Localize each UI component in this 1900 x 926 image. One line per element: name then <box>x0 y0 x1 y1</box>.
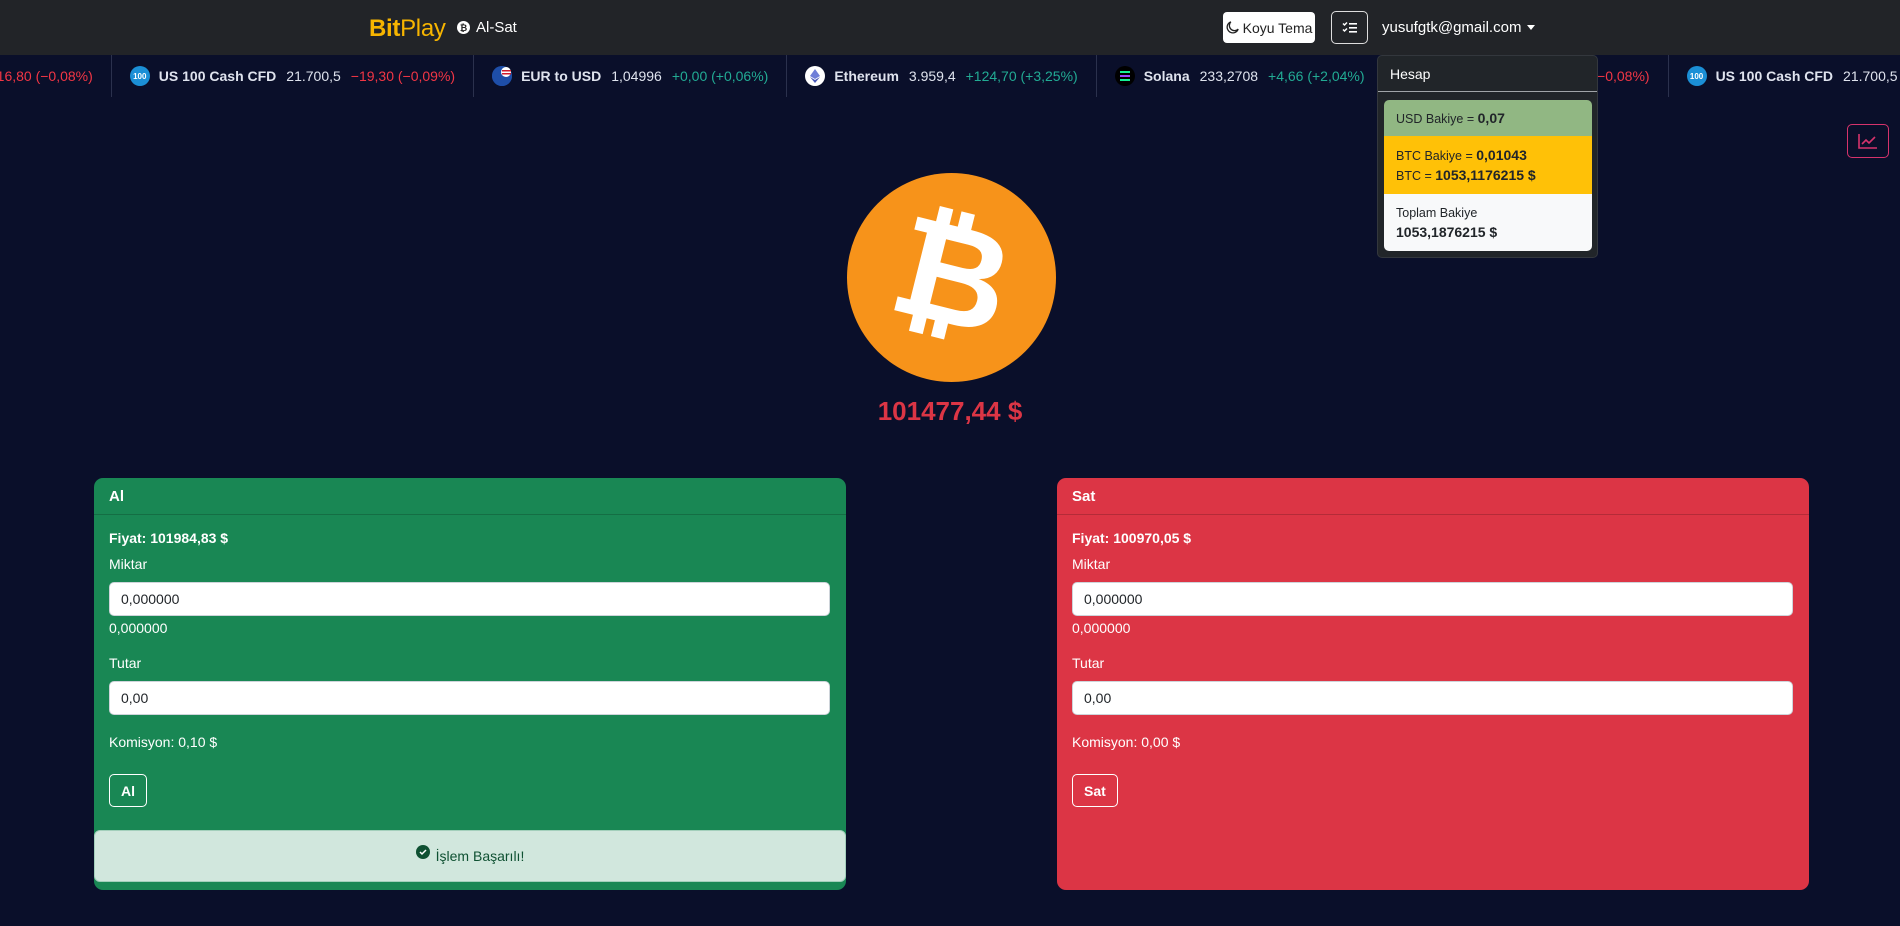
caret-down-icon <box>1527 25 1536 30</box>
buy-card-header: Al <box>94 478 846 515</box>
line-chart-icon <box>1858 134 1877 149</box>
ticker-price: 3.959,4 <box>908 68 956 84</box>
btc-balance-value: 0,01043 <box>1476 147 1527 163</box>
chart-toggle-button[interactable] <box>1847 124 1889 158</box>
bitcoin-logo-icon: ₿ <box>847 173 1056 382</box>
brand-logo[interactable]: BitPlay <box>369 15 446 43</box>
ticker-tape: -16,80 (−0,08%) 100 US 100 Cash CFD 21.700,… <box>0 55 1900 97</box>
index-badge-icon: 100 <box>1686 66 1707 86</box>
ticker-price: 21.700,5 <box>1843 68 1898 84</box>
moon-icon <box>1226 21 1239 34</box>
bitcoin-icon: ₿ <box>457 21 470 34</box>
sell-card-header: Sat <box>1057 478 1809 515</box>
account-dropdown: Hesap USD Bakiye = 0,07 BTC Bakiye = 0,0… <box>1377 55 1598 258</box>
buy-amount-text: 0,000000 <box>109 620 168 636</box>
nav-link-al-sat[interactable]: ₿ Al-Sat <box>457 19 517 36</box>
ticker-name: EUR to USD <box>521 68 602 84</box>
ethereum-icon <box>805 66 826 86</box>
theme-toggle-label: Koyu Tema <box>1242 19 1313 36</box>
ticker-item[interactable]: -16,80 (−0,08%) <box>0 55 112 97</box>
checklist-icon <box>1341 21 1357 33</box>
nav-link-label: Al-Sat <box>476 19 517 36</box>
ticker-name: US 100 Cash CFD <box>158 68 277 84</box>
btc-balance-row: BTC Bakiye = 0,01043 <box>1396 147 1580 163</box>
ticker-item[interactable]: EUR to USD 1,04996 +0,00 (+0,06%) <box>474 55 788 97</box>
buy-amount-input[interactable] <box>109 582 830 616</box>
buy-amount-label: Miktar <box>109 556 148 572</box>
ticker-change: +4,66 (+2,04%) <box>1268 68 1365 84</box>
ticker-name: Solana <box>1143 68 1190 84</box>
buy-total-label: Tutar <box>109 655 142 671</box>
buy-commission: Komisyon: 0,10 $ <box>109 734 218 750</box>
btc-usd-label: BTC = <box>1396 169 1436 183</box>
ticker-price: 1,04996 <box>611 68 662 84</box>
user-menu-toggle[interactable]: yusufgtk@gmail.com <box>1382 19 1536 36</box>
ticker-change: −19,30 (−0,09%) <box>350 68 456 84</box>
ticker-item[interactable]: 100 US 100 Cash CFD 21.700,5 −19,30 (−0,09%… <box>112 55 475 97</box>
index-badge-icon: 100 <box>129 66 150 86</box>
sell-card: Sat Fiyat: 100970,05 $ Miktar 0,000000 T… <box>1057 478 1809 890</box>
sell-commission: Komisyon: 0,00 $ <box>1072 734 1181 750</box>
sell-price-label: Fiyat: 100970,05 $ <box>1072 530 1192 546</box>
ticker-item[interactable]: Solana 233,2708 +4,66 (+2,04%) <box>1097 55 1384 97</box>
ticker-item[interactable]: 100US 100 Cash CFD21.700,5−19,30 (−0,09%… <box>1669 55 1900 97</box>
account-dropdown-header: Hesap <box>1378 56 1597 92</box>
ticker-change: -16,80 (−0,08%) <box>0 68 93 84</box>
sell-amount-input[interactable] <box>1072 582 1793 616</box>
total-balance-value: 1053,1876215 $ <box>1396 223 1498 240</box>
brand-part2: Play <box>400 15 446 42</box>
check-circle-icon <box>415 845 430 859</box>
ticker-price: 233,2708 <box>1199 68 1259 84</box>
ticker-name: Ethereum <box>834 68 899 84</box>
sell-total-label: Tutar <box>1072 655 1105 671</box>
ticker-name: US 100 Cash CFD <box>1715 68 1834 84</box>
usd-balance-row: USD Bakiye = 0,07 <box>1396 110 1580 126</box>
ticker-item[interactable]: Ethereum 3.959,4 +124,70 (+3,25%) <box>787 55 1097 97</box>
buy-card: Al Fiyat: 101984,83 $ Miktar 0,000000 Tu… <box>94 478 846 890</box>
btc-usd-row: BTC = 1053,1176215 $ <box>1396 167 1580 183</box>
user-email: yusufgtk@gmail.com <box>1382 19 1522 36</box>
navbar: BitPlay ₿ Al-Sat Koyu Tema yusufgtk@gmai… <box>0 0 1900 55</box>
usd-balance-item[interactable]: USD Bakiye = 0,07 <box>1384 100 1592 136</box>
total-balance-item[interactable]: Toplam Bakiye 1053,1876215 $ <box>1384 194 1592 251</box>
usd-balance-value: 0,07 <box>1477 110 1505 126</box>
checklist-button[interactable] <box>1331 11 1368 44</box>
success-alert: İşlem Başarılı! <box>94 830 846 882</box>
ticker-price: 21.700,5 <box>286 68 341 84</box>
current-price: 101477,44 $ <box>877 396 1023 426</box>
ticker-change: +124,70 (+3,25%) <box>965 68 1078 84</box>
btc-balance-label: BTC Bakiye = <box>1396 149 1477 163</box>
brand-part1: Bit <box>369 15 401 42</box>
ticker-track: -16,80 (−0,08%) 100 US 100 Cash CFD 21.700,… <box>0 55 1900 97</box>
sell-total-input[interactable] <box>1072 681 1793 715</box>
theme-toggle-button[interactable]: Koyu Tema <box>1223 12 1315 43</box>
buy-button[interactable]: Al <box>109 774 147 807</box>
btc-balance-item[interactable]: BTC Bakiye = 0,01043 BTC = 1053,1176215 … <box>1384 136 1592 194</box>
sell-amount-text: 0,000000 <box>1072 620 1131 636</box>
buy-price-label: Fiyat: 101984,83 $ <box>109 530 229 546</box>
usd-balance-label: USD Bakiye = <box>1396 112 1478 126</box>
eu-us-flag-icon <box>492 66 513 86</box>
ticker-change: +0,00 (+0,06%) <box>671 68 769 84</box>
sell-amount-label: Miktar <box>1072 556 1111 572</box>
solana-icon <box>1114 66 1135 86</box>
sell-button[interactable]: Sat <box>1072 774 1118 807</box>
btc-usd-value: 1053,1176215 $ <box>1435 167 1536 183</box>
total-balance-label: Toplam Bakiye <box>1396 205 1478 220</box>
success-alert-text: İşlem Başarılı! <box>435 848 525 864</box>
buy-total-input[interactable] <box>109 681 830 715</box>
